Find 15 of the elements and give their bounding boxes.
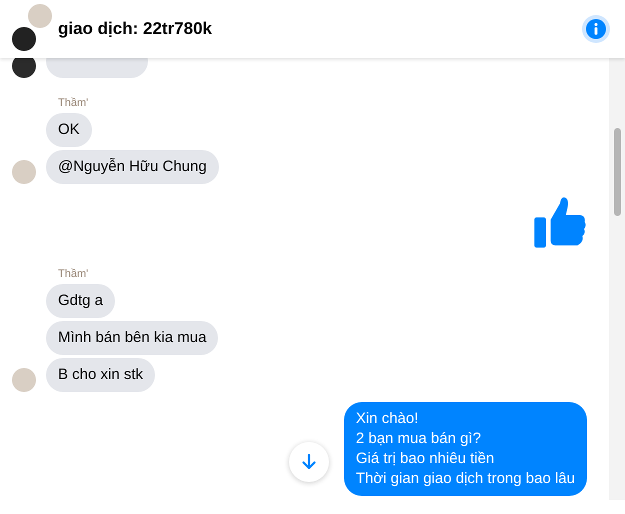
message-bubble: Xin chào! 2 bạn mua bán gì? Giá trị bao nhiêu tiền Thời gian giao dịch trong bao lâu xyxy=(344,402,587,496)
arrow-down-icon xyxy=(300,453,318,471)
message-bubble: Gdtg a xyxy=(46,284,116,318)
scroll-down-button[interactable] xyxy=(289,442,329,482)
message-bubble: B cho xin stk xyxy=(46,358,156,392)
scrollbar-thumb[interactable] xyxy=(614,128,620,216)
sender-name: Thầm' xyxy=(58,267,88,281)
sender-name: Thầm' xyxy=(58,96,88,110)
message-bubble: @Nguyễn Hữu Chung xyxy=(46,150,219,184)
message-bubble: Mình bán bên kia mua xyxy=(46,321,218,355)
info-icon xyxy=(586,19,606,39)
info-button[interactable] xyxy=(582,15,610,43)
scrollbar[interactable] xyxy=(609,58,625,500)
message-bubble: OK xyxy=(46,113,92,147)
chat-title: giao dịch: 22tr780k xyxy=(58,18,212,40)
